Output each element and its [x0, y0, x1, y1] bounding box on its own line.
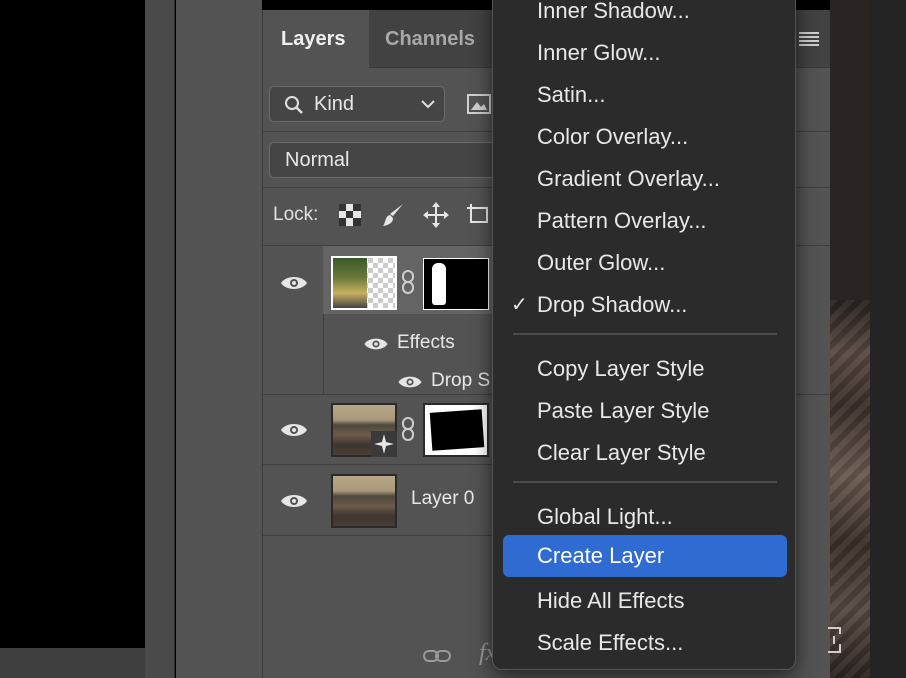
menu-separator: [513, 333, 777, 335]
canvas-photo-edge: [830, 0, 870, 678]
image-filter-icon[interactable]: [467, 94, 491, 114]
layer-row-selected[interactable]: Effects Drop S: [263, 246, 493, 394]
canvas-background-right: [870, 0, 906, 678]
tab-layers[interactable]: Layers: [263, 10, 369, 68]
menu-item-create-layer[interactable]: Create Layer: [503, 535, 787, 577]
menu-item-global-light[interactable]: Global Light...: [503, 499, 787, 535]
link-chain-icon[interactable]: [401, 270, 415, 294]
drop-shadow-visibility-eye-icon[interactable]: [397, 374, 423, 390]
panel-menu-icon[interactable]: [799, 32, 819, 46]
layer-thumbnail[interactable]: [331, 256, 397, 310]
blend-mode-select[interactable]: Normal: [269, 142, 509, 178]
menu-item-outer-glow[interactable]: Outer Glow...: [503, 245, 787, 281]
lock-image-pixels-icon[interactable]: [381, 202, 407, 228]
layer-mask-thumbnail[interactable]: [423, 258, 489, 310]
effects-visibility-eye-icon[interactable]: [363, 336, 389, 352]
visibility-eye-icon[interactable]: [280, 421, 308, 439]
menu-item-copy-layer-style[interactable]: Copy Layer Style: [503, 351, 787, 387]
layer-row-smart-object[interactable]: [263, 395, 493, 465]
drop-shadow-effect-label[interactable]: Drop S: [431, 370, 490, 392]
visibility-eye-icon[interactable]: [280, 492, 308, 510]
tab-channels[interactable]: Channels: [367, 10, 493, 68]
panel-dock-strip: [145, 0, 175, 678]
layer-style-context-menu: Inner Shadow... Inner Glow... Satin... C…: [492, 0, 796, 670]
menu-item-drop-shadow[interactable]: ✓ Drop Shadow...: [503, 287, 787, 323]
menu-item-inner-shadow[interactable]: Inner Shadow...: [503, 0, 787, 29]
menu-item-gradient-overlay[interactable]: Gradient Overlay...: [503, 161, 787, 197]
layer-row-layer-0[interactable]: Layer 0: [263, 466, 493, 536]
menu-item-pattern-overlay[interactable]: Pattern Overlay...: [503, 203, 787, 239]
menu-item-scale-effects[interactable]: Scale Effects...: [503, 625, 787, 661]
menu-item-color-overlay[interactable]: Color Overlay...: [503, 119, 787, 155]
panel-gutter: [176, 0, 262, 678]
menu-item-paste-layer-style[interactable]: Paste Layer Style: [503, 393, 787, 429]
lock-label: Lock:: [273, 204, 319, 225]
chevron-down-icon: [421, 100, 435, 109]
menu-item-satin[interactable]: Satin...: [503, 77, 787, 113]
layer-name[interactable]: Layer 0: [411, 488, 474, 510]
canvas-background: [0, 0, 145, 648]
layer-thumbnail[interactable]: [331, 403, 397, 457]
lock-position-icon[interactable]: [423, 202, 449, 228]
filter-kind-label: Kind: [314, 93, 355, 115]
link-chain-icon[interactable]: [401, 417, 415, 441]
lock-artboard-icon[interactable]: [465, 202, 491, 228]
link-layers-icon[interactable]: [423, 648, 451, 664]
blend-mode-label: Normal: [285, 149, 350, 171]
layer-thumbnail[interactable]: [331, 474, 397, 528]
layer-mask-thumbnail[interactable]: [423, 403, 489, 457]
menu-item-hide-all-effects[interactable]: Hide All Effects: [503, 583, 787, 619]
checkmark-icon: ✓: [511, 294, 528, 316]
visibility-eye-icon[interactable]: [280, 274, 308, 292]
menu-separator: [513, 481, 777, 483]
filter-kind-select[interactable]: Kind: [269, 86, 445, 122]
panel-corner-icon[interactable]: [826, 626, 844, 654]
effects-label: Effects: [397, 332, 455, 353]
menu-item-inner-glow[interactable]: Inner Glow...: [503, 35, 787, 71]
search-icon: [285, 96, 303, 114]
smart-object-badge-icon: [371, 431, 397, 457]
lock-transparent-pixels-icon[interactable]: [337, 202, 363, 228]
menu-item-clear-layer-style[interactable]: Clear Layer Style: [503, 435, 787, 471]
